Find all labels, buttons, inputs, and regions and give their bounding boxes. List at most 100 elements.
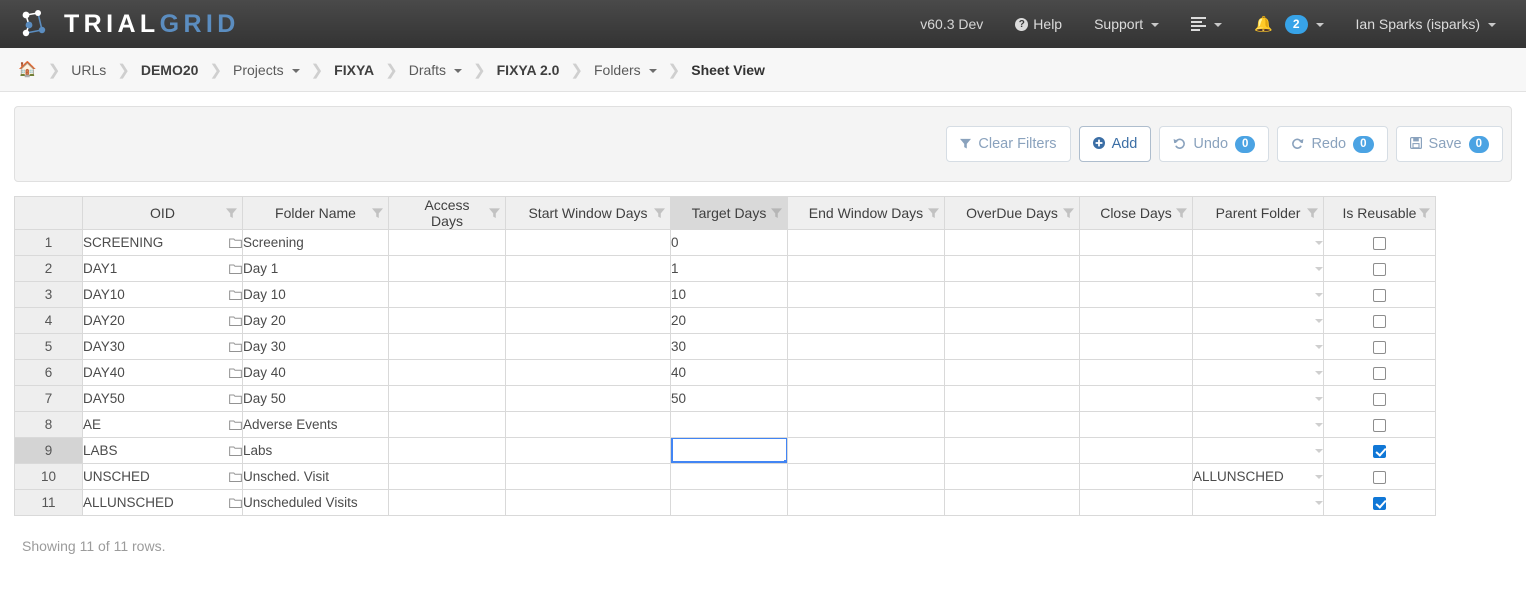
chevron-down-icon[interactable] [1315,240,1323,245]
row-number-cell[interactable]: 8 [14,411,83,438]
help-link[interactable]: ? Help [999,0,1078,48]
cell-is-reusable[interactable] [1323,333,1436,360]
cell-end-window-days[interactable] [787,437,945,464]
cell-is-reusable[interactable] [1323,437,1436,464]
row-number-cell[interactable]: 7 [14,385,83,412]
cell-parent-folder[interactable] [1192,333,1324,360]
cell-start-window-days[interactable] [505,437,671,464]
cell-is-reusable[interactable] [1323,229,1436,256]
clear-filters-button[interactable]: Clear Filters [946,126,1071,162]
add-button[interactable]: Add [1078,126,1152,162]
row-number-cell[interactable]: 1 [14,229,83,256]
cell-oid[interactable]: LABS [82,437,243,464]
is-reusable-checkbox[interactable] [1373,418,1386,432]
cell-overdue-days[interactable] [944,307,1080,334]
folder-icon[interactable] [229,341,242,352]
cell-access-days[interactable] [388,385,506,412]
cell-parent-folder[interactable] [1192,255,1324,282]
cell-overdue-days[interactable] [944,489,1080,516]
redo-button[interactable]: Redo 0 [1277,126,1388,162]
support-menu[interactable]: Support [1078,0,1175,48]
breadcrumb-item-urls[interactable]: URLs [71,62,106,78]
breadcrumb-home[interactable]: 🏠 [18,62,37,77]
cell-is-reusable[interactable] [1323,411,1436,438]
cell-overdue-days[interactable] [944,411,1080,438]
table-row[interactable]: 2 DAY1 Day 1 1 [14,255,1436,282]
cell-is-reusable[interactable] [1323,307,1436,334]
is-reusable-checkbox[interactable] [1373,366,1386,380]
filter-funnel-icon[interactable] [372,208,383,219]
row-number-cell[interactable]: 10 [14,463,83,490]
cell-close-days[interactable] [1079,333,1193,360]
cell-folder-name[interactable]: Adverse Events [242,411,389,438]
is-reusable-checkbox[interactable] [1373,470,1386,484]
cell-parent-folder[interactable] [1192,489,1324,516]
cell-parent-folder[interactable] [1192,359,1324,386]
column-header-target-days[interactable]: Target Days [670,196,788,230]
row-number-cell[interactable]: 11 [14,489,83,516]
cell-close-days[interactable] [1079,463,1193,490]
cell-is-reusable[interactable] [1323,281,1436,308]
chevron-down-icon[interactable] [1315,474,1323,479]
folder-icon[interactable] [229,471,242,482]
cell-target-days[interactable]: 20 [670,307,788,334]
cell-overdue-days[interactable] [944,229,1080,256]
folder-icon[interactable] [229,393,242,404]
cell-overdue-days[interactable] [944,255,1080,282]
cell-end-window-days[interactable] [787,385,945,412]
cell-end-window-days[interactable] [787,333,945,360]
cell-parent-folder[interactable] [1192,281,1324,308]
chevron-down-icon[interactable] [1315,266,1323,271]
column-header-access-days[interactable]: Access Days [388,196,506,230]
table-row[interactable]: 11 ALLUNSCHED Unscheduled Visits [14,489,1436,516]
list-menu[interactable] [1175,0,1238,48]
cell-access-days[interactable] [388,307,506,334]
cell-target-days[interactable] [670,437,788,464]
folder-icon[interactable] [229,289,242,300]
cell-end-window-days[interactable] [787,463,945,490]
cell-start-window-days[interactable] [505,411,671,438]
is-reusable-checkbox[interactable] [1373,314,1386,328]
breadcrumb-item-demo20[interactable]: DEMO20 [141,62,199,78]
column-header-oid[interactable]: OID [82,196,243,230]
cell-close-days[interactable] [1079,411,1193,438]
cell-start-window-days[interactable] [505,385,671,412]
cell-overdue-days[interactable] [944,333,1080,360]
breadcrumb-item-fixya[interactable]: FIXYA [334,62,374,78]
cell-end-window-days[interactable] [787,229,945,256]
breadcrumb-item-projects[interactable]: Projects [233,62,300,78]
is-reusable-checkbox[interactable] [1373,262,1386,276]
column-header-close-days[interactable]: Close Days [1079,196,1193,230]
cell-parent-folder[interactable] [1192,307,1324,334]
cell-end-window-days[interactable] [787,489,945,516]
cell-oid[interactable]: UNSCHED [82,463,243,490]
cell-end-window-days[interactable] [787,281,945,308]
cell-end-window-days[interactable] [787,307,945,334]
cell-target-days[interactable]: 0 [670,229,788,256]
table-row[interactable]: 3 DAY10 Day 10 10 [14,281,1436,308]
cell-target-days[interactable] [670,411,788,438]
undo-button[interactable]: Undo 0 [1159,126,1270,162]
cell-folder-name[interactable]: Day 1 [242,255,389,282]
cell-oid[interactable]: SCREENING [82,229,243,256]
is-reusable-checkbox[interactable] [1373,340,1386,354]
chevron-down-icon[interactable] [1315,396,1323,401]
cell-close-days[interactable] [1079,307,1193,334]
cell-overdue-days[interactable] [944,385,1080,412]
table-row[interactable]: 7 DAY50 Day 50 50 [14,385,1436,412]
cell-folder-name[interactable]: Unscheduled Visits [242,489,389,516]
cell-start-window-days[interactable] [505,463,671,490]
cell-folder-name[interactable]: Unsched. Visit [242,463,389,490]
cell-oid[interactable]: DAY10 [82,281,243,308]
table-row[interactable]: 5 DAY30 Day 30 30 [14,333,1436,360]
filter-funnel-icon[interactable] [1419,208,1430,219]
cell-is-reusable[interactable] [1323,489,1436,516]
is-reusable-checkbox[interactable] [1373,444,1386,458]
column-header-parent-folder[interactable]: Parent Folder [1192,196,1324,230]
notifications-menu[interactable]: 🔔 2 [1238,0,1339,48]
folder-icon[interactable] [229,419,242,430]
chevron-down-icon[interactable] [1315,500,1323,505]
cell-parent-folder[interactable] [1192,437,1324,464]
cell-close-days[interactable] [1079,281,1193,308]
table-row[interactable]: 8 AE Adverse Events [14,411,1436,438]
